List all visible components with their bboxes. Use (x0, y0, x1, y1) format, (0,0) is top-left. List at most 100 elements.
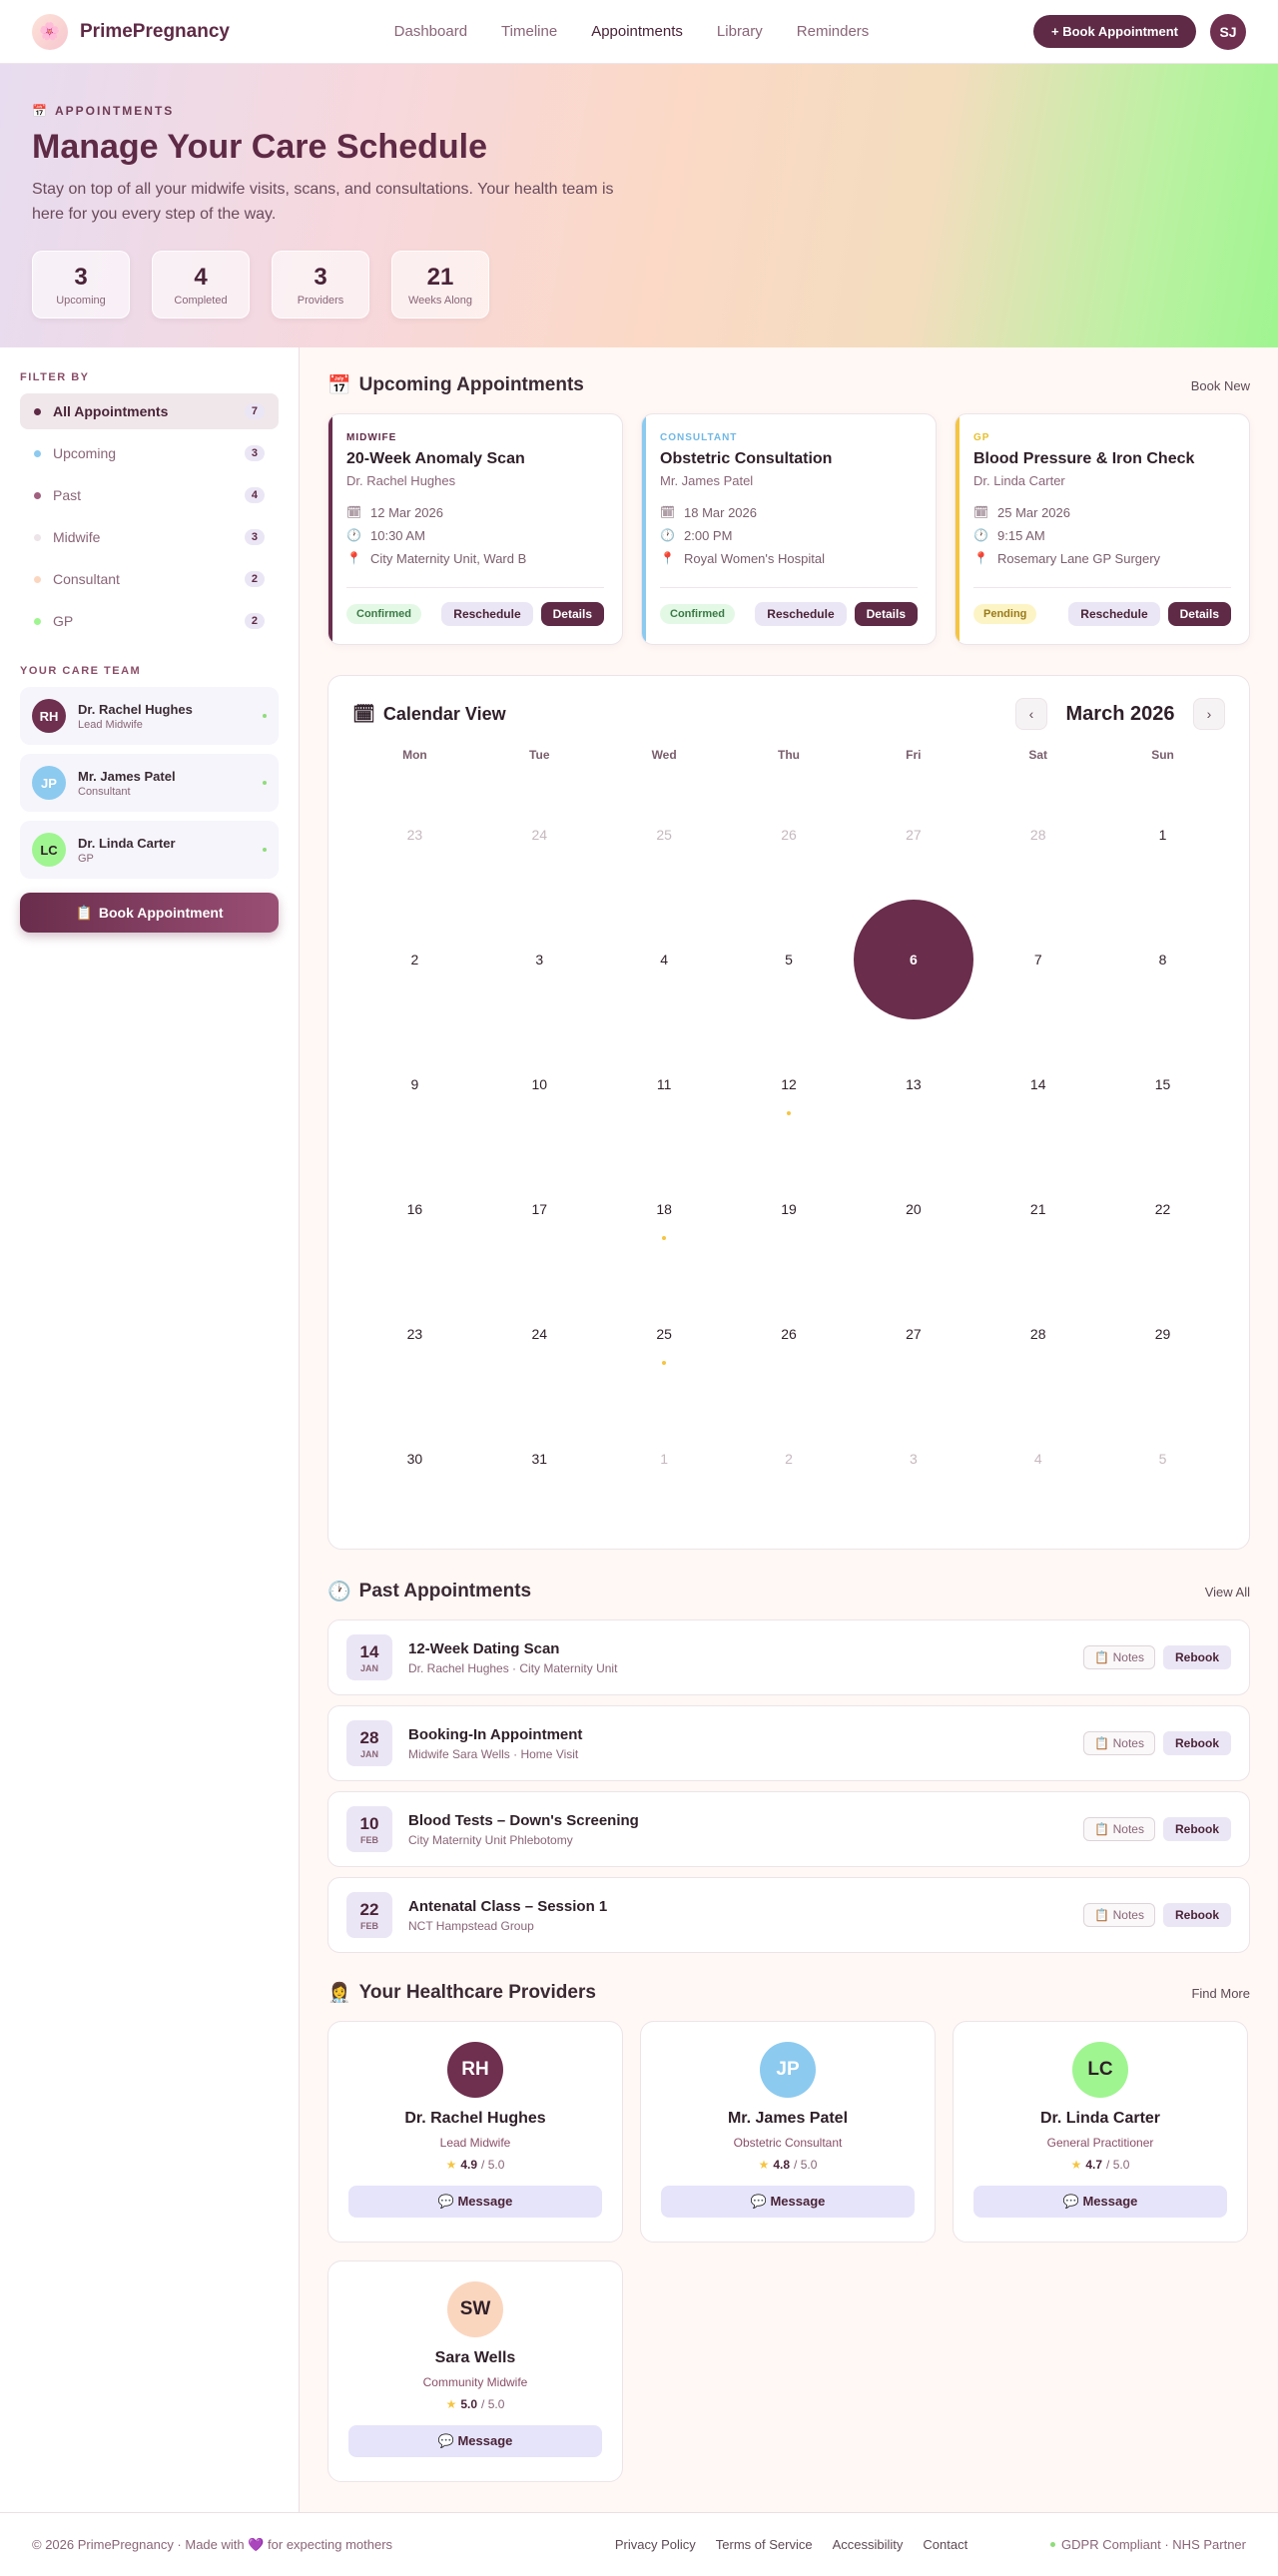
calendar-day[interactable]: 7 (975, 897, 1100, 1021)
past-appointment[interactable]: 14 JAN 12-Week Dating Scan Dr. Rachel Hughe… (327, 1619, 1250, 1695)
calendar-day[interactable]: 25 (602, 772, 727, 897)
calendar-day[interactable]: 1 (602, 1396, 727, 1521)
calendar-day[interactable]: 25 (602, 1271, 727, 1396)
user-avatar[interactable]: SJ (1210, 13, 1246, 50)
filter-all-appointments[interactable]: All Appointments 7 (20, 393, 279, 429)
notes-button[interactable]: 📋 Notes (1083, 1645, 1155, 1669)
appointment-card[interactable]: GP Blood Pressure & Iron Check Dr. Linda C… (955, 413, 1250, 645)
calendar-day[interactable]: 31 (477, 1396, 602, 1521)
message-button[interactable]: 💬 Message (973, 2186, 1227, 2218)
filter-consultant[interactable]: Consultant 2 (20, 561, 279, 597)
calendar-day[interactable]: 26 (727, 1271, 852, 1396)
view-all-link[interactable]: View All (1205, 1585, 1250, 1600)
message-button[interactable]: 💬 Message (348, 2186, 602, 2218)
past-appointment[interactable]: 10 FEB Blood Tests – Down's Screening City … (327, 1791, 1250, 1867)
filter-upcoming[interactable]: Upcoming 3 (20, 435, 279, 471)
footer-accessibility-link[interactable]: Accessibility (833, 2537, 904, 2552)
calendar-day[interactable]: 15 (1100, 1021, 1225, 1146)
appointment-card[interactable]: MIDWIFE 20-Week Anomaly Scan Dr. Rachel Hu… (327, 413, 623, 645)
calendar-day[interactable]: 2 (352, 897, 477, 1021)
calendar-day[interactable]: 22 (1100, 1146, 1225, 1271)
rebook-button[interactable]: Rebook (1162, 1731, 1231, 1755)
calendar-day-today[interactable]: 6 (851, 897, 975, 1021)
appointment-card[interactable]: CONSULTANT Obstetric Consultation Mr. Jame… (641, 413, 937, 645)
meta-time: 🕐 9:15 AM (973, 527, 1231, 543)
calendar-day[interactable]: 14 (975, 1021, 1100, 1146)
notes-button[interactable]: 📋 Notes (1083, 1903, 1155, 1927)
past-appointment[interactable]: 22 FEB Antenatal Class – Session 1 NCT Hamp… (327, 1877, 1250, 1953)
calendar-day[interactable]: 17 (477, 1146, 602, 1271)
rebook-button[interactable]: Rebook (1162, 1903, 1231, 1927)
find-more-link[interactable]: Find More (1191, 1986, 1250, 2001)
calendar-day[interactable]: 12 (727, 1021, 852, 1146)
nav-appointments[interactable]: Appointments (591, 23, 683, 40)
message-button[interactable]: 💬 Message (348, 2425, 602, 2457)
care-team-member[interactable]: JP Mr. James Patel Consultant (20, 754, 279, 812)
calendar-day[interactable]: 3 (851, 1396, 975, 1521)
calendar-day[interactable]: 20 (851, 1146, 975, 1271)
calendar-day[interactable]: 4 (602, 897, 727, 1021)
calendar-day[interactable]: 19 (727, 1146, 852, 1271)
calendar-day[interactable]: 5 (1100, 1396, 1225, 1521)
next-month-button[interactable]: › (1193, 698, 1225, 730)
calendar-day[interactable]: 23 (352, 772, 477, 897)
nav-reminders[interactable]: Reminders (797, 23, 870, 40)
rebook-button[interactable]: Rebook (1162, 1817, 1231, 1841)
filter-gp[interactable]: GP 2 (20, 603, 279, 639)
calendar-day[interactable]: 5 (727, 897, 852, 1021)
nav-library[interactable]: Library (717, 23, 763, 40)
care-team-member[interactable]: RH Dr. Rachel Hughes Lead Midwife (20, 687, 279, 745)
calendar-day[interactable]: 11 (602, 1021, 727, 1146)
reschedule-button[interactable]: Reschedule (441, 602, 533, 626)
footer-terms-link[interactable]: Terms of Service (716, 2537, 813, 2552)
calendar-day[interactable]: 16 (352, 1146, 477, 1271)
calendar-day[interactable]: 1 (1100, 772, 1225, 897)
calendar-day[interactable]: 9 (352, 1021, 477, 1146)
provider-name: Mr. James Patel (727, 2110, 849, 2127)
notes-button[interactable]: 📋 Notes (1083, 1817, 1155, 1841)
calendar-day[interactable]: 24 (477, 772, 602, 897)
calendar-day[interactable]: 27 (851, 772, 975, 897)
reschedule-button[interactable]: Reschedule (755, 602, 847, 626)
team-member-name: Mr. James Patel (78, 768, 176, 784)
footer-contact-link[interactable]: Contact (923, 2537, 967, 2552)
past-appointment[interactable]: 28 JAN Booking-In Appointment Midwife Sara … (327, 1705, 1250, 1781)
calendar-day[interactable]: 13 (851, 1021, 975, 1146)
calendar-day[interactable]: 24 (477, 1271, 602, 1396)
calendar-day[interactable]: 28 (975, 1271, 1100, 1396)
details-button[interactable]: Details (540, 602, 604, 626)
details-button[interactable]: Details (1167, 602, 1231, 626)
past-info: 12-Week Dating Scan Dr. Rachel Hughes · C… (408, 1640, 1083, 1675)
calendar-day[interactable]: 27 (851, 1271, 975, 1396)
calendar-day[interactable]: 4 (975, 1396, 1100, 1521)
notes-button[interactable]: 📋 Notes (1083, 1731, 1155, 1755)
calendar-day[interactable]: 3 (477, 897, 602, 1021)
message-button[interactable]: 💬 Message (661, 2186, 915, 2218)
nav-dashboard[interactable]: Dashboard (394, 23, 467, 40)
reschedule-button[interactable]: Reschedule (1068, 602, 1160, 626)
care-team-member[interactable]: LC Dr. Linda Carter GP (20, 821, 279, 879)
brand[interactable]: 🌸 PrimePregnancy (32, 13, 230, 50)
rebook-button[interactable]: Rebook (1162, 1645, 1231, 1669)
filter-past[interactable]: Past 4 (20, 477, 279, 513)
nav-timeline[interactable]: Timeline (501, 23, 557, 40)
calendar-day[interactable]: 2 (727, 1396, 852, 1521)
sidebar-book-appointment-button[interactable]: 📋 Book Appointment (20, 893, 279, 933)
filter-midwife[interactable]: Midwife 3 (20, 519, 279, 555)
calendar-day[interactable]: 21 (975, 1146, 1100, 1271)
calendar-day[interactable]: 29 (1100, 1271, 1225, 1396)
calendar-day[interactable]: 28 (975, 772, 1100, 897)
calendar-day[interactable]: 30 (352, 1396, 477, 1521)
calendar-day[interactable]: 23 (352, 1271, 477, 1396)
calendar-day[interactable]: 18 (602, 1146, 727, 1271)
calendar-day[interactable]: 10 (477, 1021, 602, 1146)
hero-kicker: 📅 APPOINTMENTS (32, 104, 1246, 118)
prev-month-button[interactable]: ‹ (1015, 698, 1047, 730)
footer-privacy-link[interactable]: Privacy Policy (615, 2537, 696, 2552)
calendar-day[interactable]: 8 (1100, 897, 1225, 1021)
calendar-day[interactable]: 26 (727, 772, 852, 897)
book-new-link[interactable]: Book New (1191, 378, 1250, 393)
details-button[interactable]: Details (854, 602, 918, 626)
book-appointment-button[interactable]: + Book Appointment (1033, 15, 1196, 48)
meta-date-value: 18 Mar 2026 (684, 504, 757, 520)
